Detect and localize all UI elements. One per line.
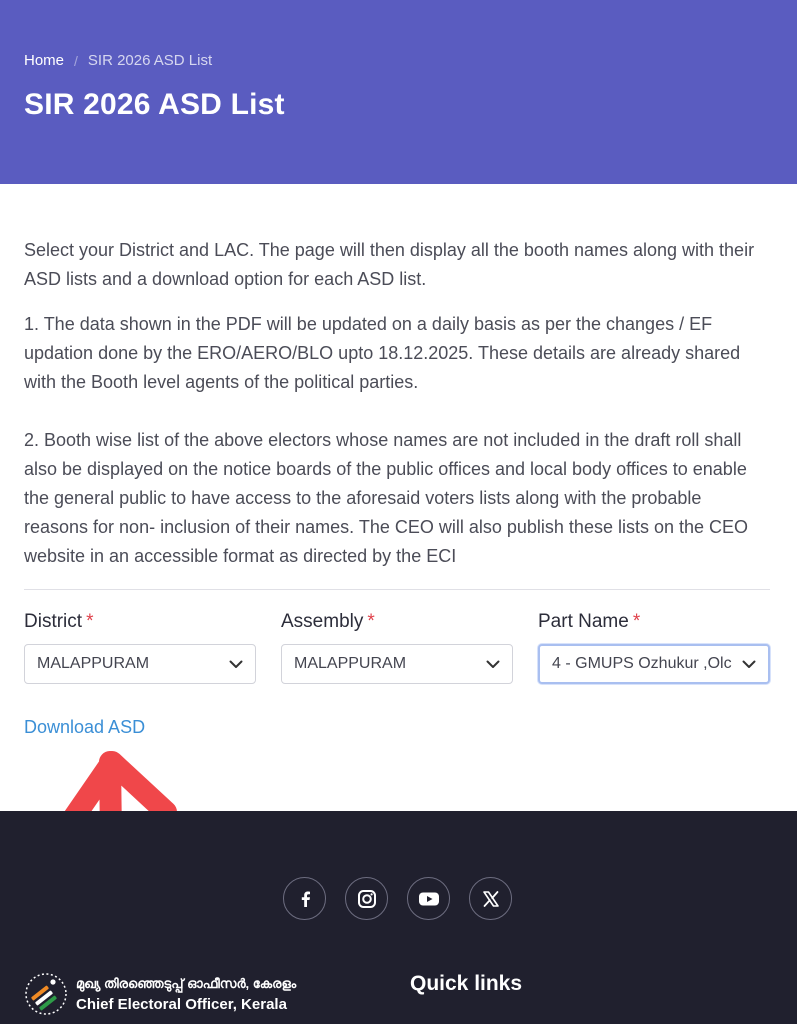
breadcrumb-separator: / [74,52,78,69]
assembly-field: Assembly * MALAPPURAM [281,611,513,684]
district-field: District * MALAPPURAM [24,611,256,684]
chevron-down-icon [486,660,500,668]
note-2: 2. Booth wise list of the above electors… [24,430,749,566]
download-asd-link[interactable]: Download ASD [24,717,145,738]
footer-brand: മുഖ്യ തിരഞ്ഞെടുപ്പ് ഓഫീസർ, കേരളം Chief E… [22,970,296,1018]
election-logo-icon [25,973,67,1015]
assembly-label: Assembly * [281,611,375,632]
instagram-icon[interactable] [345,877,388,920]
facebook-icon[interactable] [283,877,326,920]
district-select[interactable]: MALAPPURAM [24,644,256,684]
intro-text: Select your District and LAC. The page w… [24,240,755,289]
chevron-down-icon [229,660,243,668]
x-icon[interactable] [469,877,512,920]
required-mark: * [632,611,641,632]
note-1: 1. The data shown in the PDF will be upd… [24,314,741,392]
brand-name-english: Chief Electoral Officer, Kerala [76,995,287,1013]
district-select-value: MALAPPURAM [37,655,150,672]
part-name-select[interactable]: 4 - GMUPS Ozhukur ,Olc [538,644,770,684]
assembly-select-value: MALAPPURAM [294,655,407,672]
youtube-icon[interactable] [407,877,450,920]
breadcrumb-current: SIR 2026 ASD List [87,52,213,69]
district-label: District * [24,611,94,632]
part-name-select-value: 4 - GMUPS Ozhukur ,Olc [552,655,732,672]
chevron-down-icon [742,660,756,668]
divider [24,589,770,590]
breadcrumb: Home / SIR 2026 ASD List [24,52,212,69]
part-name-label: Part Name * [538,611,641,632]
social-links [283,877,512,920]
page-header: Home / SIR 2026 ASD List SIR 2026 ASD Li… [0,0,797,184]
brand-name-malayalam: മുഖ്യ തിരഞ്ഞെടുപ്പ് ഓഫീസർ, കേരളം [76,975,297,991]
breadcrumb-home-link[interactable]: Home [24,52,64,69]
assembly-select[interactable]: MALAPPURAM [281,644,513,684]
instructions: Select your District and LAC. The page w… [24,236,770,571]
part-name-field: Part Name * 4 - GMUPS Ozhukur ,Olc [538,611,770,684]
required-mark: * [367,611,375,632]
page-title: SIR 2026 ASD List [24,88,285,121]
quick-links-heading: Quick links [410,972,523,995]
required-mark: * [86,611,94,632]
